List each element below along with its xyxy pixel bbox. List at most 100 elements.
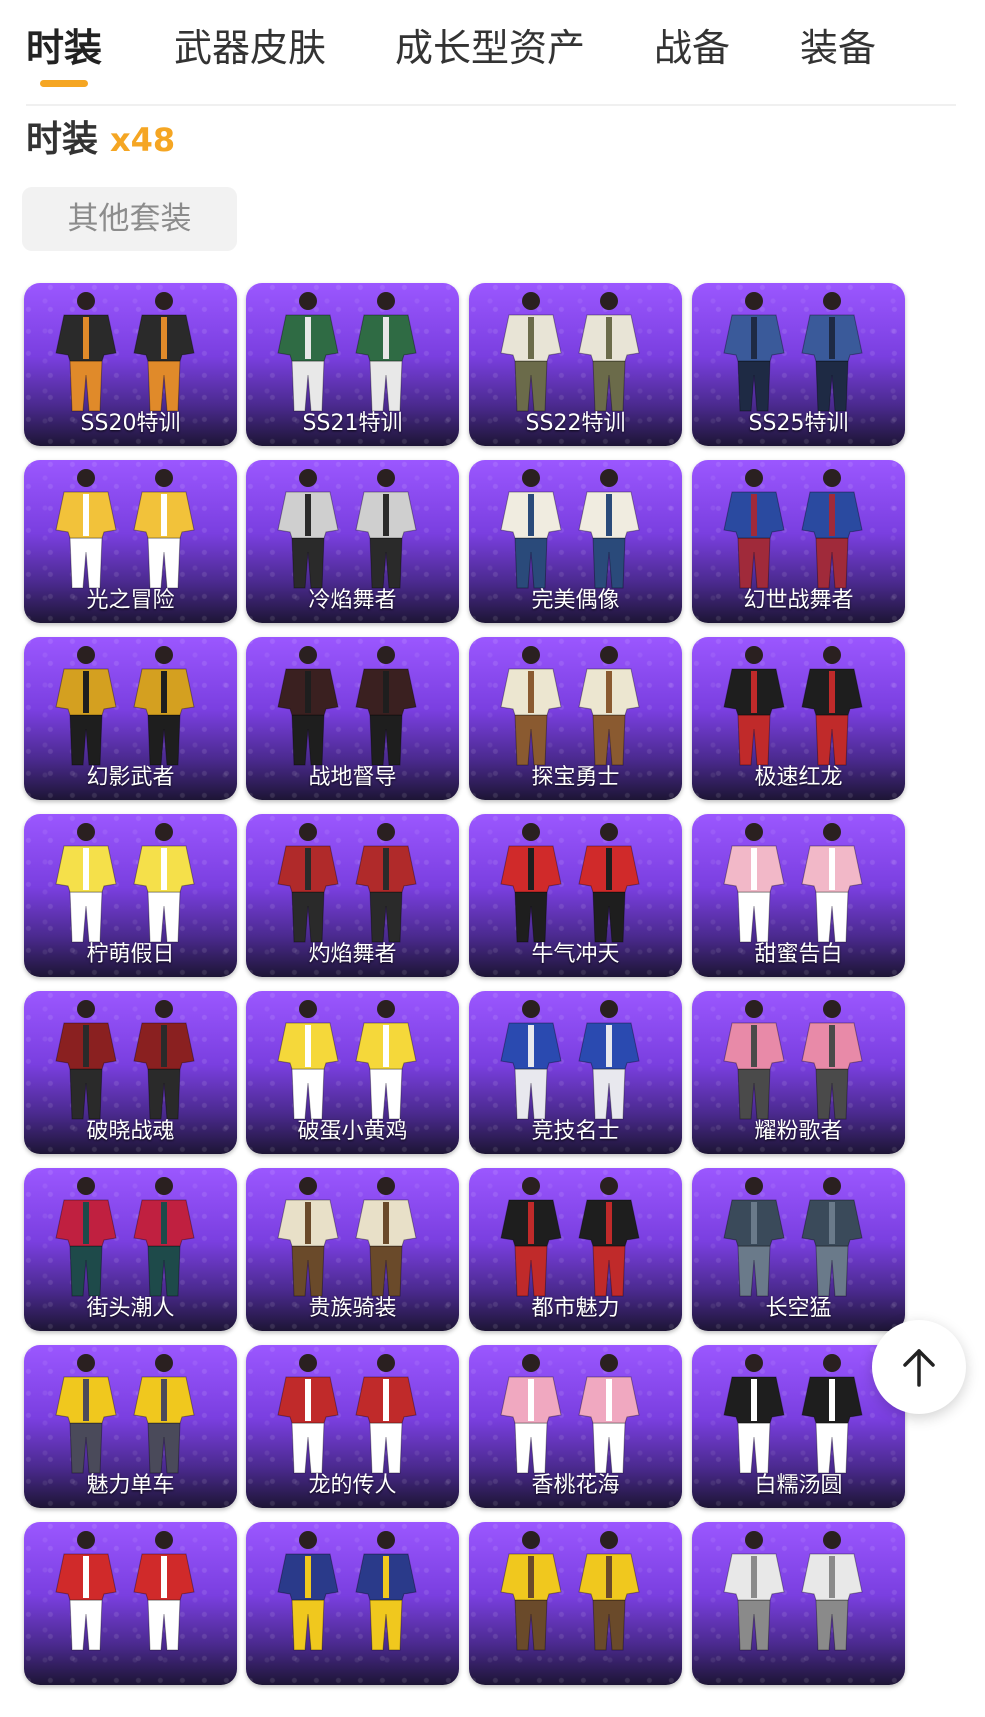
outfit-card[interactable]: SS20特训 xyxy=(24,283,237,446)
outfit-card[interactable]: 幻世战舞者 xyxy=(692,460,905,623)
outfit-name: 冷焰舞者 xyxy=(308,588,397,613)
outfit-name: 耀粉歌者 xyxy=(754,1119,843,1144)
outfit-image xyxy=(277,1531,417,1651)
outfit-card[interactable]: SS21特训 xyxy=(246,283,459,446)
outfit-card[interactable] xyxy=(692,1522,905,1685)
outfit-card[interactable]: 竞技名士 xyxy=(469,991,682,1154)
outfit-card[interactable]: SS22特训 xyxy=(469,283,682,446)
outfit-image xyxy=(500,1354,640,1474)
outfit-card[interactable]: 牛气冲天 xyxy=(469,814,682,977)
outfit-card[interactable] xyxy=(246,1522,459,1685)
outfit-image xyxy=(55,1000,195,1120)
section-title: 时装 xyxy=(26,119,99,160)
tab-growth-assets[interactable]: 成长型资产 xyxy=(395,18,585,78)
outfit-image xyxy=(277,1000,417,1120)
outfit-image xyxy=(723,646,863,766)
outfit-image xyxy=(55,1531,195,1651)
outfit-name: 竞技名士 xyxy=(531,1119,620,1144)
outfit-name: 白糯汤圆 xyxy=(754,1473,843,1498)
outfit-name: 光之冒险 xyxy=(86,588,175,613)
outfit-name: SS21特训 xyxy=(302,411,403,436)
outfit-image xyxy=(723,1177,863,1297)
outfit-card[interactable]: 幻影武者 xyxy=(24,637,237,800)
outfit-card[interactable]: 街头潮人 xyxy=(24,1168,237,1331)
outfit-card[interactable] xyxy=(469,1522,682,1685)
outfit-card[interactable]: 破晓战魂 xyxy=(24,991,237,1154)
outfit-name: 魅力单车 xyxy=(86,1473,175,1498)
outfit-name: SS25特训 xyxy=(748,411,849,436)
outfit-image xyxy=(500,823,640,943)
outfit-image xyxy=(723,1000,863,1120)
back-to-top-button[interactable] xyxy=(872,1320,966,1414)
outfit-name: SS20特训 xyxy=(80,411,181,436)
outfit-name: 都市魅力 xyxy=(531,1296,620,1321)
outfit-card[interactable]: 灼焰舞者 xyxy=(246,814,459,977)
section-header: 时装 x48 xyxy=(26,110,175,170)
outfit-image xyxy=(277,646,417,766)
outfit-card[interactable]: 长空猛 xyxy=(692,1168,905,1331)
outfit-name: 完美偶像 xyxy=(531,588,620,613)
filter-chip-other-sets[interactable]: 其他套装 xyxy=(22,187,237,251)
active-tab-indicator xyxy=(40,80,88,87)
outfit-card[interactable]: 都市魅力 xyxy=(469,1168,682,1331)
outfit-card[interactable]: 甜蜜告白 xyxy=(692,814,905,977)
outfit-image xyxy=(500,469,640,589)
outfit-name: 龙的传人 xyxy=(308,1473,397,1498)
outfit-card[interactable]: SS25特训 xyxy=(692,283,905,446)
outfit-name: 牛气冲天 xyxy=(531,942,620,967)
outfit-image xyxy=(723,1531,863,1651)
outfit-card[interactable]: 柠萌假日 xyxy=(24,814,237,977)
outfit-card[interactable]: 龙的传人 xyxy=(246,1345,459,1508)
outfit-image xyxy=(277,469,417,589)
outfit-image xyxy=(500,1000,640,1120)
tab-equipment[interactable]: 装备 xyxy=(800,18,876,78)
outfit-image xyxy=(277,1354,417,1474)
outfit-image xyxy=(500,1177,640,1297)
outfit-card[interactable]: 光之冒险 xyxy=(24,460,237,623)
outfit-card[interactable]: 魅力单车 xyxy=(24,1345,237,1508)
arrow-up-icon xyxy=(903,1349,935,1387)
outfit-name: 长空猛 xyxy=(765,1296,832,1321)
outfit-name: 街头潮人 xyxy=(86,1296,175,1321)
outfit-image xyxy=(277,1177,417,1297)
outfit-image xyxy=(55,823,195,943)
outfit-card[interactable]: 冷焰舞者 xyxy=(246,460,459,623)
outfit-name: 幻影武者 xyxy=(86,765,175,790)
outfit-name: 香桃花海 xyxy=(531,1473,620,1498)
outfit-image xyxy=(500,292,640,412)
outfit-name: 贵族骑装 xyxy=(308,1296,397,1321)
tab-divider xyxy=(26,104,956,106)
category-tab-bar: 时装 武器皮肤 成长型资产 战备 装备 xyxy=(0,0,985,107)
outfit-card[interactable]: 探宝勇士 xyxy=(469,637,682,800)
outfit-card[interactable]: 战地督导 xyxy=(246,637,459,800)
outfit-name: 破晓战魂 xyxy=(86,1119,175,1144)
outfit-card[interactable]: 完美偶像 xyxy=(469,460,682,623)
outfit-name: 战地督导 xyxy=(308,765,397,790)
outfit-image xyxy=(500,646,640,766)
tab-fashion[interactable]: 时装 xyxy=(26,18,102,78)
outfit-card[interactable]: 极速红龙 xyxy=(692,637,905,800)
outfit-name: SS22特训 xyxy=(525,411,626,436)
outfit-name: 灼焰舞者 xyxy=(308,942,397,967)
outfit-image xyxy=(500,1531,640,1651)
section-count: x48 xyxy=(110,121,176,159)
outfit-image xyxy=(723,292,863,412)
tab-weapon-skins[interactable]: 武器皮肤 xyxy=(174,18,326,78)
outfit-card[interactable]: 香桃花海 xyxy=(469,1345,682,1508)
outfit-card[interactable]: 耀粉歌者 xyxy=(692,991,905,1154)
outfit-image xyxy=(723,823,863,943)
outfit-image xyxy=(723,469,863,589)
outfit-image xyxy=(55,1354,195,1474)
outfit-image xyxy=(55,646,195,766)
outfit-card[interactable] xyxy=(24,1522,237,1685)
outfit-name: 柠萌假日 xyxy=(86,942,175,967)
outfit-name: 甜蜜告白 xyxy=(754,942,843,967)
outfit-image xyxy=(277,292,417,412)
outfit-card[interactable]: 贵族骑装 xyxy=(246,1168,459,1331)
outfit-name: 极速红龙 xyxy=(754,765,843,790)
outfit-image xyxy=(55,469,195,589)
outfit-card[interactable]: 破蛋小黄鸡 xyxy=(246,991,459,1154)
tab-supplies[interactable]: 战备 xyxy=(654,18,730,78)
outfit-name: 破蛋小黄鸡 xyxy=(297,1119,408,1144)
outfit-name: 探宝勇士 xyxy=(531,765,620,790)
